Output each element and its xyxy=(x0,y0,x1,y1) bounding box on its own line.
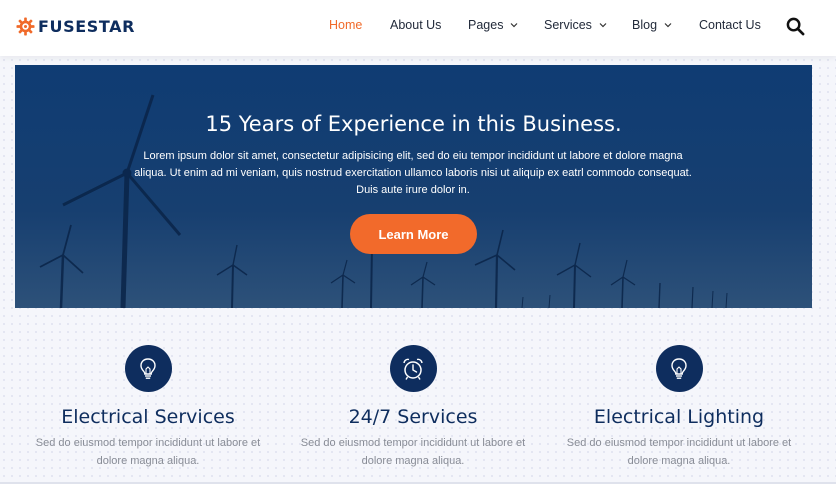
logo-text: FUSESTAR xyxy=(38,16,136,36)
nav-blog[interactable]: Blog xyxy=(632,18,672,32)
nav-services[interactable]: Services xyxy=(544,18,607,32)
learn-more-button[interactable]: Learn More xyxy=(350,214,477,254)
logo[interactable]: FUSESTAR xyxy=(16,14,135,38)
lightbulb-icon xyxy=(140,357,156,379)
nav-about-label: About Us xyxy=(390,18,442,32)
nav-home-label: Home xyxy=(329,18,363,32)
chevron-down-icon xyxy=(511,23,518,28)
service-icon-circle xyxy=(124,345,172,392)
service-description: Sed do eiusmod tempor incididunt ut labo… xyxy=(566,437,792,467)
service-title: Electrical Services xyxy=(61,406,235,428)
lightbulb-icon xyxy=(671,357,687,379)
service-card-electrical-services[interactable]: Electrical Services Sed do eiusmod tempo… xyxy=(15,345,281,470)
alarm-clock-icon xyxy=(403,358,423,380)
nav-pages-label: Pages xyxy=(468,18,504,32)
service-card-24-7-services[interactable]: 24/7 Services Sed do eiusmod tempor inci… xyxy=(280,345,546,470)
service-title: 24/7 Services xyxy=(348,406,478,428)
chevron-down-icon xyxy=(599,23,607,28)
service-title: Electrical Lighting xyxy=(593,406,765,428)
logo-gear-icon xyxy=(16,16,35,36)
chevron-down-icon xyxy=(664,23,672,28)
hero-banner: 15 Years of Experience in this Business.… xyxy=(15,65,812,308)
nav-pages[interactable]: Pages xyxy=(468,18,518,32)
service-icon-circle xyxy=(389,345,437,392)
hero-title: 15 Years of Experience in this Business. xyxy=(205,112,622,136)
nav-home[interactable]: Home xyxy=(329,18,362,32)
nav-about-us[interactable]: About Us xyxy=(390,18,441,32)
hero-description: Lorem ipsum dolor sit amet, consectetur … xyxy=(134,150,692,196)
service-description: Sed do eiusmod tempor incididunt ut labo… xyxy=(35,437,261,467)
service-icon-circle xyxy=(655,345,703,392)
nav-services-label: Services xyxy=(544,18,592,32)
service-card-electrical-lighting[interactable]: Electrical Lighting Sed do eiusmod tempo… xyxy=(546,345,812,470)
service-description: Sed do eiusmod tempor incididunt ut labo… xyxy=(300,437,526,467)
nav-contact-us[interactable]: Contact Us xyxy=(699,18,761,32)
nav-contact-label: Contact Us xyxy=(699,18,761,32)
site-header: FUSESTAR Home About Us Pages Services Bl… xyxy=(0,0,836,56)
nav-blog-label: Blog xyxy=(632,18,658,32)
search-icon[interactable] xyxy=(786,17,805,36)
